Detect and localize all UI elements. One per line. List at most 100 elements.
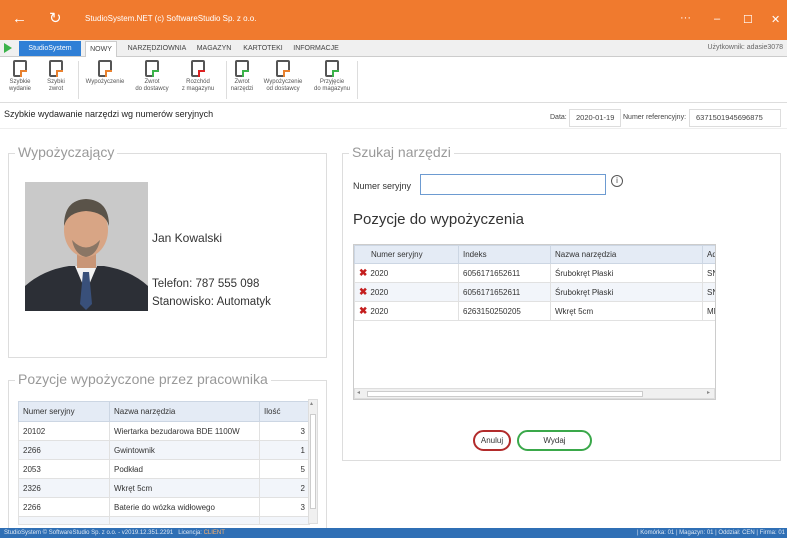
reference-number-field[interactable]: 6371501945696875 [689, 109, 781, 127]
table-row[interactable]: ✖2020 6056171652611 Śrubokręt Płaski SN1 [354, 282, 715, 302]
serial-cell: 2266 [18, 497, 110, 517]
ribbon-label: Szybki [47, 79, 65, 85]
supplier-return-button[interactable]: Zwrot do dostawcy [131, 60, 173, 93]
column-header[interactable]: Adr [702, 245, 715, 264]
ribbon-label: Przyjęcie [319, 79, 345, 85]
tools-return-button[interactable]: Zwrot narzędzi [228, 60, 256, 93]
tool-name-cell: Baterie do wózka widłowego [109, 497, 260, 517]
scrollbar-thumb[interactable] [367, 391, 643, 397]
page-header: Szybkie wydawanie narzędzi wg numerów se… [0, 103, 787, 129]
column-header[interactable]: Nazwa narzędzia [550, 245, 703, 264]
address-cell: SN2 [702, 263, 715, 283]
minimize-button[interactable]: – [714, 13, 720, 25]
column-header[interactable]: Ilość [259, 401, 310, 422]
issue-button[interactable]: Wydaj [517, 430, 592, 451]
serial-number-label: Numer seryjny [353, 181, 412, 191]
ribbon-label: narzędzi [230, 86, 254, 92]
refresh-icon[interactable]: ↻ [49, 10, 62, 28]
quantity-cell: 1 [259, 440, 310, 460]
table-row[interactable]: ✖2020 6056171652611 Śrubokręt Płaski SN2 [354, 263, 715, 283]
warehouse-receive-button[interactable]: Przyjęcie do magazynu [310, 60, 354, 93]
quantity-cell: 3 [259, 497, 310, 517]
serial-cell: 2053 [18, 459, 110, 479]
info-icon[interactable]: i [611, 175, 623, 187]
ribbon-label: zwrot [48, 86, 64, 92]
column-header[interactable]: Indeks [458, 245, 551, 264]
scroll-left-icon[interactable]: ◂ [357, 389, 360, 398]
table-row[interactable]: 2326 Wkręt 5cm 2 [18, 478, 310, 498]
scrollbar-thumb[interactable] [310, 414, 316, 509]
tool-name-cell: Śrubokręt Płaski [550, 263, 703, 283]
back-arrow-icon[interactable]: ← [12, 10, 27, 28]
ribbon-label: Wypożyczenie [85, 79, 125, 85]
delete-icon[interactable]: ✖ [359, 287, 367, 298]
column-header[interactable]: Numer seryjny [354, 245, 459, 264]
ribbon-separator [78, 61, 79, 99]
quantity-cell: 2 [259, 478, 310, 498]
scroll-up-icon[interactable]: ▴ [310, 400, 313, 407]
maximize-button[interactable]: ☐ [743, 13, 753, 26]
index-cell: 6263150250205 [458, 301, 551, 321]
document-return-icon [49, 60, 63, 77]
tab-kartoteki[interactable]: KARTOTEKI [241, 41, 285, 57]
status-bar: StudioSystem © SoftwareStudio Sp. z o.o.… [0, 528, 787, 538]
tab-narzedziownia[interactable]: NARZĘDZIOWNIA [126, 41, 188, 57]
table-row[interactable]: ✖2020 6263150250205 Wkręt 5cm MM [354, 301, 715, 321]
column-header[interactable]: Numer seryjny [18, 401, 110, 422]
quick-issue-button[interactable]: Szybkie wydanie [2, 60, 38, 93]
ribbon-label: do dostawcy [135, 86, 169, 92]
address-cell: MM [702, 301, 715, 321]
ribbon-label: z magazynu [181, 86, 215, 92]
document-tools-return-icon [235, 60, 249, 77]
play-icon[interactable] [4, 43, 12, 53]
more-options-icon[interactable]: ··· [680, 12, 691, 24]
ribbon-separator [357, 61, 358, 99]
license-label: Licencja: [178, 530, 202, 536]
document-out-icon [13, 60, 27, 77]
tab-magazyn[interactable]: MAGAZYN [194, 41, 234, 57]
items-to-lend-horizontal-scrollbar[interactable]: ◂ ▸ [354, 388, 715, 399]
tool-name-cell: Podkład [109, 459, 260, 479]
tab-nowy[interactable]: NOWY [85, 41, 117, 57]
tool-name-cell: Wiertarka bezudarowa BDE 1100W [109, 421, 260, 441]
cancel-button[interactable]: Anuluj [473, 430, 511, 451]
ribbon-label: od dostawcy [266, 86, 300, 92]
document-supplier-return-icon [145, 60, 159, 77]
serial-number-input[interactable] [420, 174, 606, 195]
index-cell: 6056171652611 [458, 282, 551, 302]
delete-icon[interactable]: ✖ [359, 306, 367, 317]
quantity-cell: 3 [259, 421, 310, 441]
table-row[interactable] [18, 516, 310, 525]
column-header[interactable]: Nazwa narzędzia [109, 401, 260, 422]
document-lend-icon [98, 60, 112, 77]
tab-informacje[interactable]: INFORMACJE [292, 41, 340, 57]
lent-items-vertical-scrollbar[interactable]: ▴ [308, 399, 318, 524]
warehouse-issue-button[interactable]: Rozchód z magazynu [176, 60, 220, 93]
date-label: Data: [550, 114, 567, 121]
table-row[interactable]: 20102 Wiertarka bezudarowa BDE 1100W 3 [18, 421, 310, 441]
tool-name-cell: Wkręt 5cm [109, 478, 260, 498]
document-supplier-lend-icon [276, 60, 290, 77]
page-title: Szybkie wydawanie narzędzi wg numerów se… [4, 109, 214, 119]
serial-cell [18, 516, 110, 525]
status-context: | Komórka: 01 | Magazyn: 01 | Oddział: C… [637, 530, 785, 536]
table-row[interactable]: 2053 Podkład 5 [18, 459, 310, 479]
table-row[interactable]: 2266 Gwintownik 1 [18, 440, 310, 460]
app-menu-tab[interactable]: StudioSystem [19, 41, 81, 56]
table-row[interactable]: 2266 Baterie do wózka widłowego 3 [18, 497, 310, 517]
employee-name: Jan Kowalski [152, 231, 223, 245]
serial-cell: 2020 [370, 287, 389, 297]
delete-icon[interactable]: ✖ [359, 268, 367, 279]
ribbon-label: Rozchód [186, 79, 210, 85]
employee-position: Stanowisko: Automatyk [152, 296, 271, 308]
quick-return-button[interactable]: Szybki zwrot [41, 60, 71, 93]
scroll-right-icon[interactable]: ▸ [707, 389, 710, 398]
serial-cell: 2020 [370, 306, 389, 316]
supplier-lend-button[interactable]: Wypożyczenie od dostawcy [259, 60, 307, 93]
close-button[interactable]: ✕ [771, 13, 780, 26]
ribbon-toolbar: Szybkie wydanie Szybki zwrot Wypożyczeni… [0, 57, 787, 103]
lend-button[interactable]: Wypożyczenie [82, 60, 128, 86]
date-field[interactable]: 2020-01-19 [569, 109, 621, 127]
borrower-legend: Wypożyczający [15, 144, 118, 160]
address-cell: SN1 [702, 282, 715, 302]
